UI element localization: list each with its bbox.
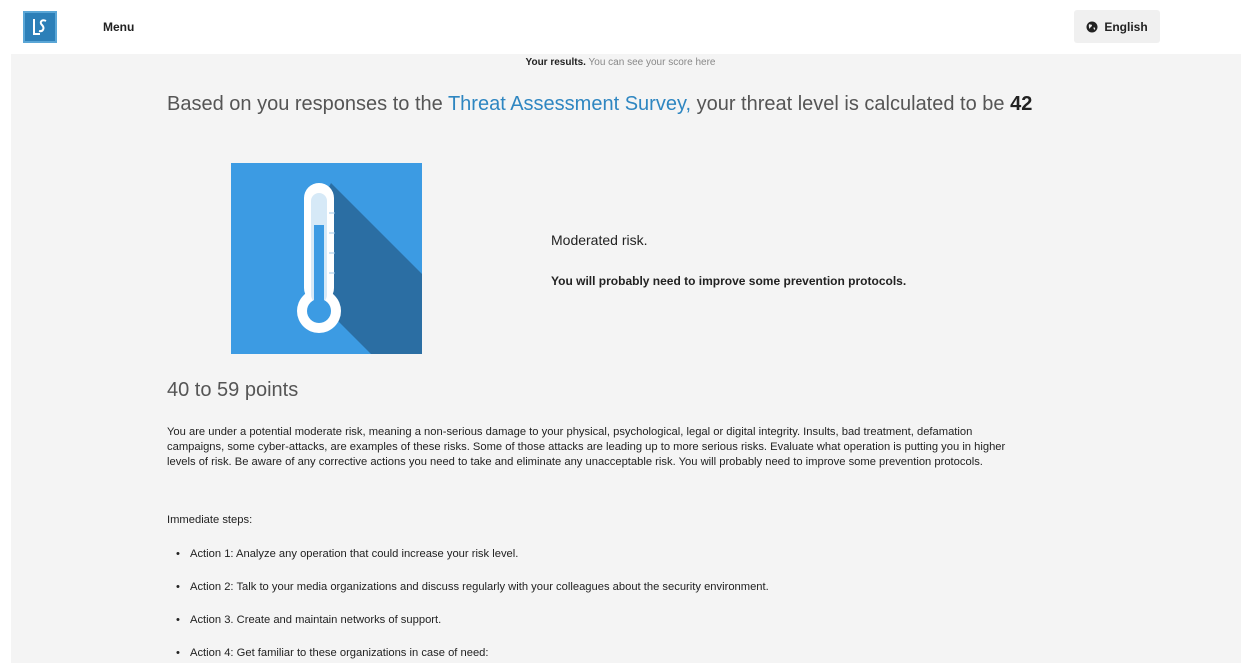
language-button[interactable]: English xyxy=(1074,10,1160,43)
points-range: 40 to 59 points xyxy=(167,379,299,401)
language-label: English xyxy=(1104,19,1148,34)
thermometer-icon xyxy=(231,163,422,354)
action-item-3: Action 3. Create and maintain networks o… xyxy=(176,614,441,626)
app-logo[interactable] xyxy=(23,11,57,43)
threat-headline: Based on you responses to the Threat Ass… xyxy=(167,91,1037,118)
headline-prefix: Based on you responses to the xyxy=(167,93,443,115)
menu-link[interactable]: Menu xyxy=(103,20,134,34)
action-item-4: Action 4: Get familiar to these organiza… xyxy=(176,647,488,659)
results-panel xyxy=(11,54,1241,663)
action-item-1: Action 1: Analyze any operation that cou… xyxy=(176,548,518,560)
headline-middle: your threat level is calculated to be xyxy=(696,93,1005,115)
results-title: Your results. xyxy=(525,57,586,68)
risk-level-title: Moderated risk. xyxy=(551,232,648,248)
logo-mark-icon xyxy=(33,19,47,35)
risk-description: You are under a potential moderate risk,… xyxy=(167,426,1006,468)
globe-icon xyxy=(1086,21,1098,32)
survey-link[interactable]: Threat Assessment Survey, xyxy=(448,93,691,115)
results-heading: Your results. You can see your score her… xyxy=(0,57,1241,68)
results-subtitle: You can see your score here xyxy=(588,57,716,68)
immediate-steps-label: Immediate steps: xyxy=(167,514,253,526)
risk-tile xyxy=(231,163,422,354)
threat-score: 42 xyxy=(1010,93,1033,115)
action-item-2: Action 2: Talk to your media organizatio… xyxy=(176,581,769,593)
risk-level-subtitle: You will probably need to improve some p… xyxy=(551,274,907,288)
top-bar: Menu English xyxy=(0,0,1241,54)
